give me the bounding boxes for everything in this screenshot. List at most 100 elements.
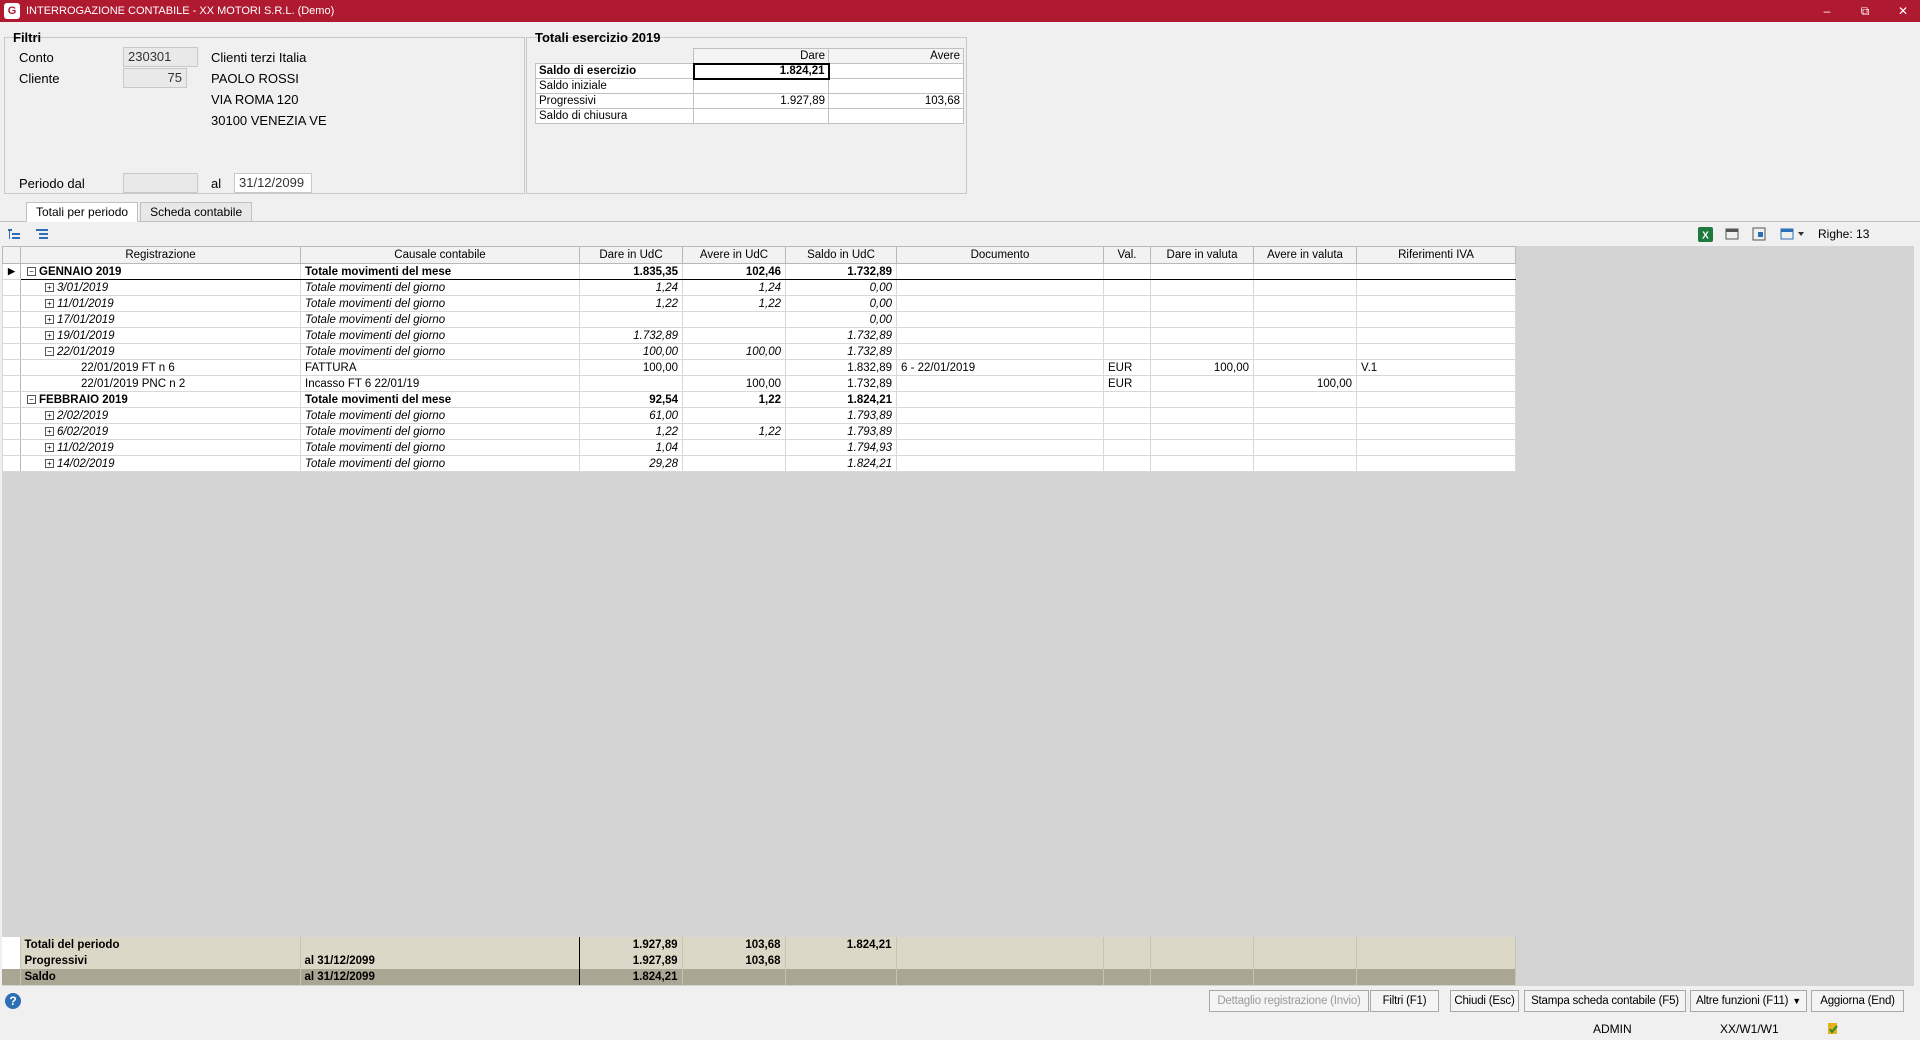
column-chooser-icon[interactable] [1724, 226, 1740, 242]
cell-val [1103, 391, 1151, 408]
minimize-icon[interactable]: – [1812, 0, 1842, 22]
cell-iva [1356, 407, 1516, 424]
cell-dv [1150, 375, 1254, 392]
periodo-dal-field[interactable] [123, 173, 198, 193]
registrazione-text: 3/01/2019 [57, 281, 109, 294]
col-registrazione[interactable]: Registrazione [20, 246, 301, 264]
dettaglio-registrazione-button[interactable]: Dettaglio registrazione (Invio) [1209, 990, 1369, 1012]
stampa-scheda-button[interactable]: Stampa scheda contabile (F5) [1524, 990, 1686, 1012]
collapse-icon[interactable]: − [27, 394, 36, 404]
totals-col-avere: Avere [828, 48, 964, 64]
cell-reg: +3/01/2019 [20, 279, 301, 296]
table-row[interactable]: −22/01/2019 Totale movimenti del giorno 10… [2, 343, 1516, 360]
col-saldo-udc[interactable]: Saldo in UdC [785, 246, 897, 264]
cell-iva [1356, 263, 1516, 280]
expand-icon[interactable]: + [45, 282, 54, 292]
row-selector[interactable] [2, 375, 21, 392]
row-selector[interactable] [2, 359, 21, 376]
tab-scheda-contabile[interactable]: Scheda contabile [140, 202, 253, 222]
cell-reg: 22/01/2019 FT n 6 [20, 359, 301, 376]
col-causale[interactable]: Causale contabile [300, 246, 580, 264]
row-selector[interactable] [2, 423, 21, 440]
table-row[interactable]: +14/02/2019 Totale movimenti del giorno 29… [2, 455, 1516, 472]
row-selector[interactable] [2, 279, 21, 296]
table-row[interactable]: +17/01/2019 Totale movimenti del giorno 0,… [2, 311, 1516, 328]
cell-av [1253, 391, 1357, 408]
cell-saldo: 0,00 [785, 295, 897, 312]
cell-avere: 102,46 [682, 263, 786, 280]
filtri-button[interactable]: Filtri (F1) [1370, 990, 1439, 1012]
collapse-all-icon[interactable] [34, 226, 50, 242]
row-selector[interactable] [2, 407, 21, 424]
excel-export-icon[interactable]: X [1697, 226, 1713, 242]
col-avere-valuta[interactable]: Avere in valuta [1253, 246, 1357, 264]
cell-avere [682, 311, 786, 328]
table-row[interactable]: − FEBBRAIO 2019 Totale movimenti del mese 9… [2, 391, 1516, 408]
row-selector[interactable] [2, 391, 21, 408]
expand-icon[interactable]: + [45, 314, 54, 324]
expand-icon[interactable]: + [45, 442, 54, 452]
close-icon[interactable]: ✕ [1888, 0, 1918, 22]
col-documento[interactable]: Documento [896, 246, 1104, 264]
periodo-al-field[interactable]: 31/12/2099 [234, 173, 312, 193]
col-valuta[interactable]: Val. [1103, 246, 1151, 264]
expand-icon[interactable]: + [45, 298, 54, 308]
row-selector[interactable] [2, 343, 21, 360]
row-selector[interactable] [2, 327, 21, 344]
table-row[interactable]: 22/01/2019 FT n 6 FATTURA 100,00 1.832,89 6 … [2, 359, 1516, 376]
cell-av [1253, 295, 1357, 312]
row-selector[interactable]: ▶ [2, 263, 21, 280]
expand-icon[interactable]: + [45, 330, 54, 340]
registrazione-text: 17/01/2019 [57, 313, 115, 326]
col-dare-valuta[interactable]: Dare in valuta [1150, 246, 1254, 264]
cliente-field[interactable]: 75 [123, 68, 187, 88]
row-selector[interactable] [2, 439, 21, 456]
aggiorna-button[interactable]: Aggiorna (End) [1811, 990, 1904, 1012]
registrazione-text: 11/02/2019 [57, 441, 114, 454]
cell-reg: +19/01/2019 [20, 327, 301, 344]
cell-iva [1356, 375, 1516, 392]
expand-icon[interactable]: + [45, 410, 54, 420]
table-row[interactable]: +11/01/2019 Totale movimenti del giorno 1,… [2, 295, 1516, 312]
expand-icon[interactable]: + [45, 458, 54, 468]
cell-val [1103, 343, 1151, 360]
table-row[interactable]: +11/02/2019 Totale movimenti del giorno 1,… [2, 439, 1516, 456]
cell-dare: 1,22 [579, 295, 683, 312]
row-selector[interactable] [2, 455, 21, 472]
table-row[interactable]: +3/01/2019 Totale movimenti del giorno 1,2… [2, 279, 1516, 296]
chiudi-button[interactable]: Chiudi (Esc) [1450, 990, 1519, 1012]
layout-icon[interactable] [1751, 226, 1767, 242]
tab-totali-per-periodo[interactable]: Totali per periodo [26, 202, 139, 222]
row-selector[interactable] [2, 311, 21, 328]
table-row[interactable]: +2/02/2019 Totale movimenti del giorno 61,… [2, 407, 1516, 424]
restore-icon[interactable]: ⧉ [1850, 0, 1880, 22]
svg-text:X: X [1702, 230, 1709, 241]
cell-avere: 1,24 [682, 279, 786, 296]
table-row[interactable]: 22/01/2019 PNC n 2 Incasso FT 6 22/01/19 1… [2, 375, 1516, 392]
expand-icon[interactable]: + [45, 426, 54, 436]
totals-row-avere [828, 78, 964, 94]
registrazione-text: 22/01/2019 [57, 345, 115, 358]
collapse-icon[interactable]: − [27, 266, 36, 276]
cell-val [1103, 423, 1151, 440]
conto-field[interactable]: 230301 [123, 47, 198, 67]
table-row[interactable]: ▶ − GENNAIO 2019 Totale movimenti del mese 1… [2, 263, 1516, 280]
row-selector[interactable] [2, 295, 21, 312]
help-icon[interactable]: ? [5, 993, 21, 1009]
footer-cell-label: Totali del periodo [20, 937, 301, 953]
cell-saldo: 1.824,21 [785, 455, 897, 472]
filter-dropdown-icon[interactable] [1779, 226, 1807, 242]
altre-funzioni-button[interactable]: Altre funzioni (F11) ▼ [1690, 990, 1807, 1012]
cell-avere: 1,22 [682, 295, 786, 312]
col-dare-udc[interactable]: Dare in UdC [579, 246, 683, 264]
table-row[interactable]: +19/01/2019 Totale movimenti del giorno 1.… [2, 327, 1516, 344]
cell-iva [1356, 295, 1516, 312]
cell-val: EUR [1103, 375, 1151, 392]
expand-all-icon[interactable] [6, 226, 22, 242]
col-riferimenti-iva[interactable]: Riferimenti IVA [1356, 246, 1516, 264]
cell-dare: 1.835,35 [579, 263, 683, 280]
cell-saldo: 1.832,89 [785, 359, 897, 376]
col-avere-udc[interactable]: Avere in UdC [682, 246, 786, 264]
table-row[interactable]: +6/02/2019 Totale movimenti del giorno 1,2… [2, 423, 1516, 440]
collapse-icon[interactable]: − [45, 346, 54, 356]
